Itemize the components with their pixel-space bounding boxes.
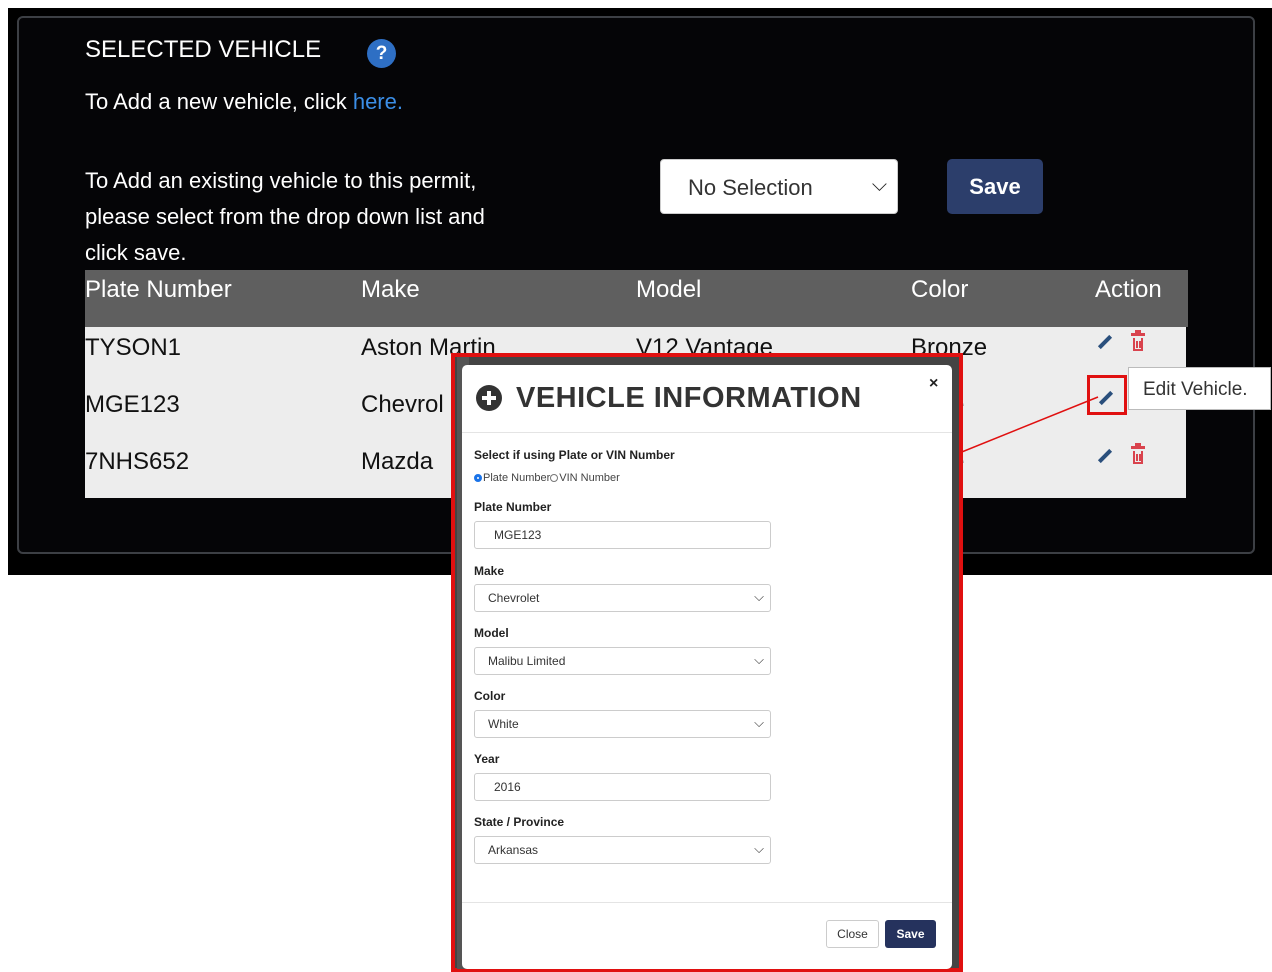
modal-header-divider — [462, 432, 952, 433]
modal-footer-divider — [462, 902, 952, 903]
year-value: 2016 — [494, 780, 521, 794]
plus-circle-icon — [476, 385, 502, 411]
chevron-down-icon: ⌵ — [754, 652, 764, 667]
plate-number-label: Plate Number — [474, 500, 552, 514]
chevron-down-icon: ⌵ — [754, 715, 764, 730]
close-icon[interactable]: × — [929, 375, 938, 393]
model-label: Model — [474, 626, 509, 640]
year-label: Year — [474, 752, 500, 766]
radio-vin-number[interactable] — [550, 474, 559, 482]
model-select[interactable]: Malibu Limited ⌵ — [474, 647, 771, 675]
make-label: Make — [474, 564, 505, 578]
color-value: White — [488, 717, 519, 731]
radio-plate-number[interactable] — [474, 474, 482, 482]
chevron-down-icon: ⌵ — [754, 841, 764, 856]
plate-number-input[interactable]: MGE123 — [474, 521, 771, 549]
close-button[interactable]: Close — [826, 920, 879, 948]
radio-vin-label: VIN Number — [559, 472, 620, 484]
model-value: Malibu Limited — [488, 654, 566, 668]
state-select[interactable]: Arkansas ⌵ — [474, 836, 771, 864]
plate-or-vin-radio-group: Plate Number VIN Number — [474, 472, 620, 484]
color-select[interactable]: White ⌵ — [474, 710, 771, 738]
radio-plate-label: Plate Number — [483, 472, 551, 484]
modal-title: VEHICLE INFORMATION — [516, 382, 862, 414]
chevron-down-icon: ⌵ — [754, 589, 764, 604]
modal-save-button[interactable]: Save — [885, 920, 936, 948]
make-value: Chevrolet — [488, 591, 540, 605]
plate-or-vin-label: Select if using Plate or VIN Number — [474, 448, 675, 462]
color-label: Color — [474, 689, 506, 703]
year-input[interactable]: 2016 — [474, 773, 771, 801]
state-value: Arkansas — [488, 843, 539, 857]
plate-number-value: MGE123 — [494, 528, 542, 542]
state-label: State / Province — [474, 815, 565, 829]
make-select[interactable]: Chevrolet ⌵ — [474, 584, 771, 612]
